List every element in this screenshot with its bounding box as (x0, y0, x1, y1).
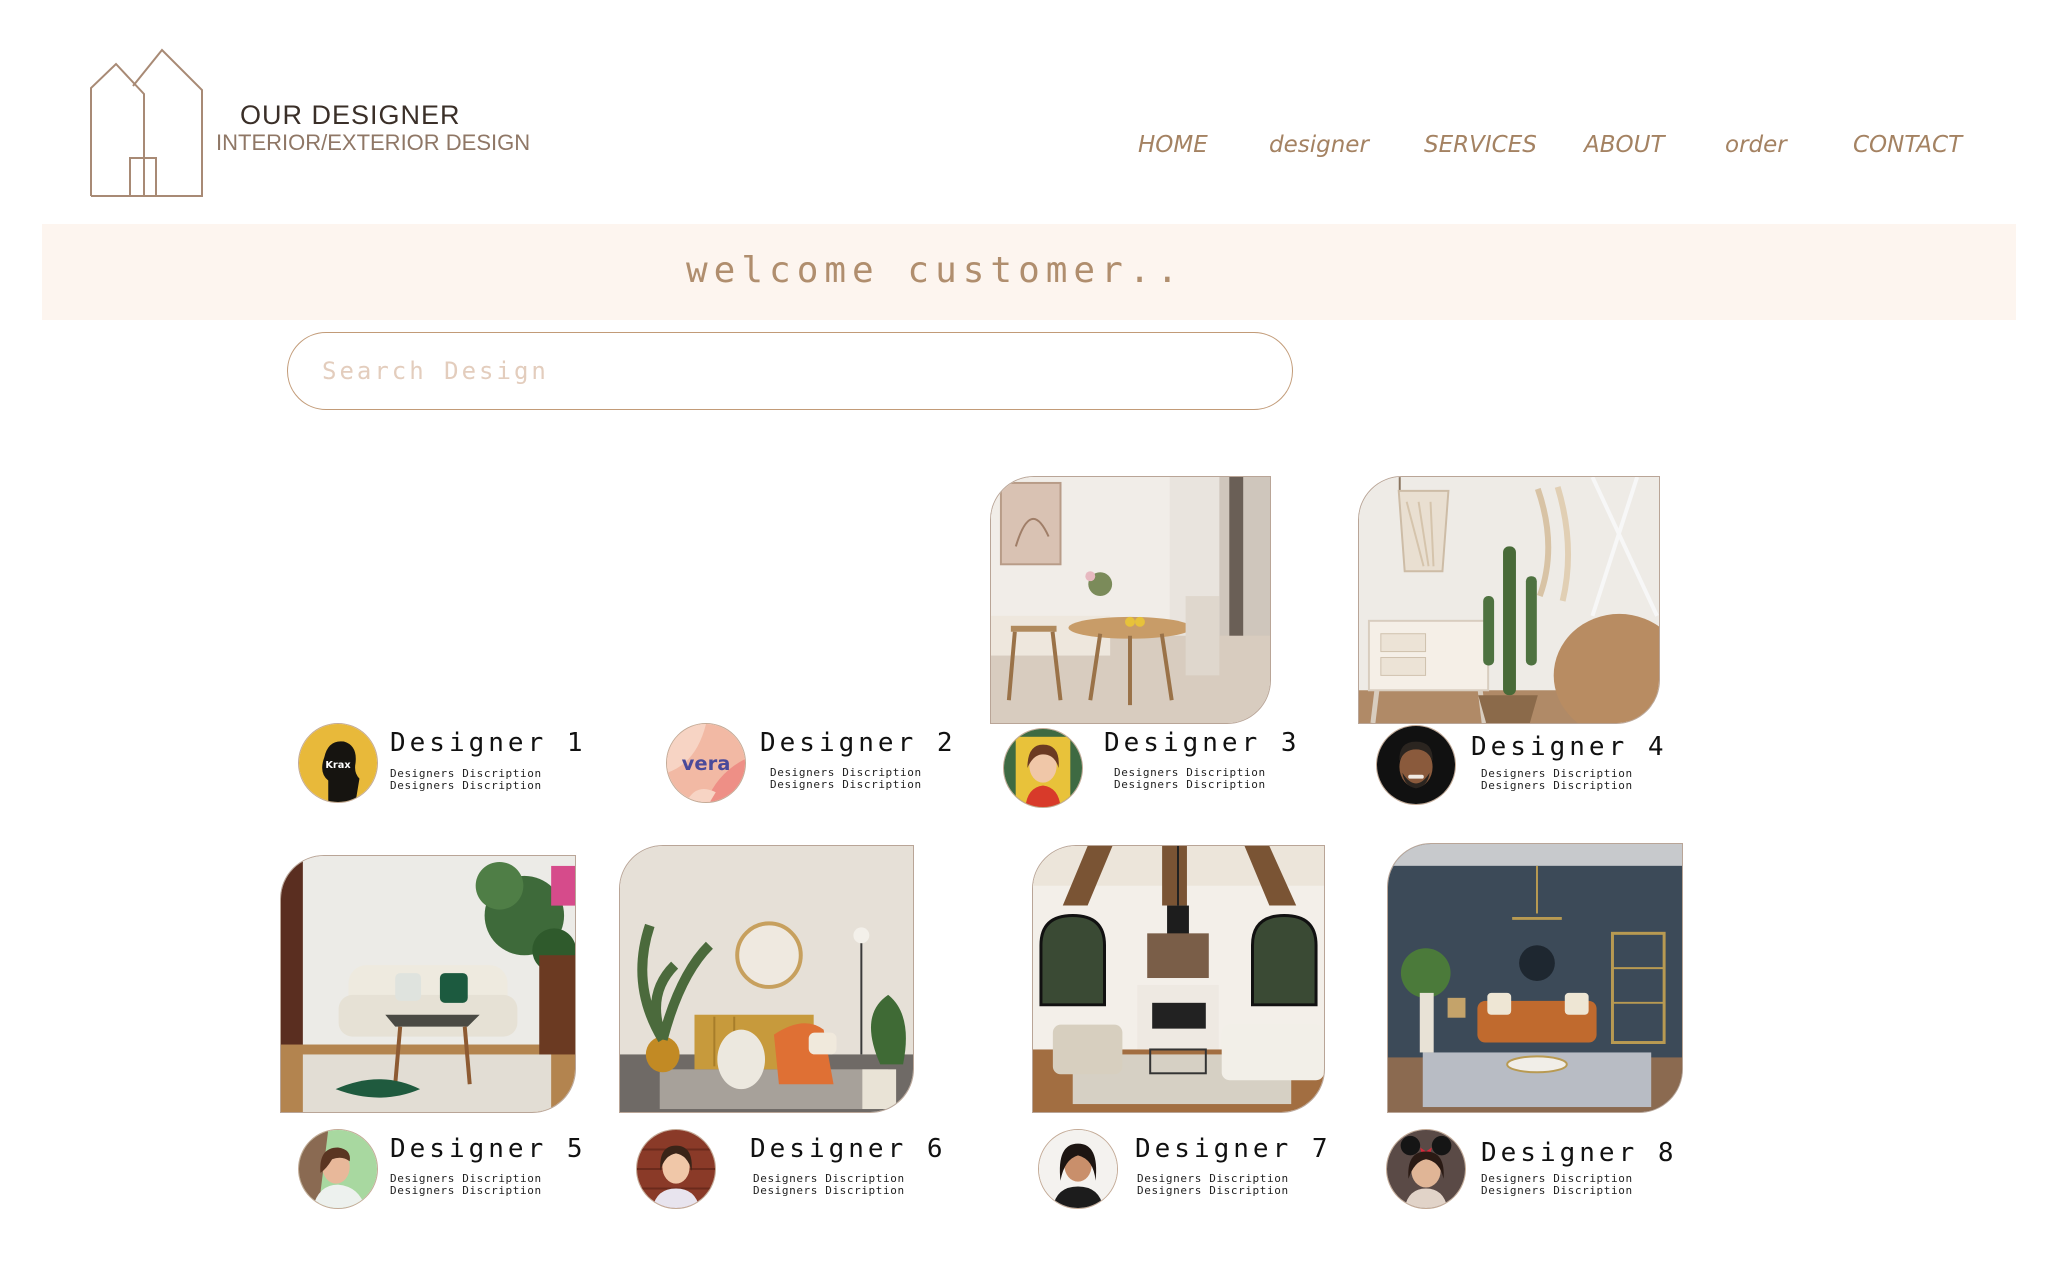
designer-name[interactable]: Designer 5 (390, 1134, 587, 1164)
designer-name[interactable]: Designer 6 (750, 1134, 947, 1164)
nav-designer[interactable]: designer (1269, 132, 1369, 158)
avatar[interactable] (1003, 728, 1083, 808)
designer-description: Designers Discription (1137, 1184, 1289, 1197)
designer-description: Designers Discription (1481, 779, 1633, 792)
welcome-text: welcome customer.. (686, 250, 1185, 291)
avatar-logo-text: vera (682, 752, 731, 775)
designer-description: Designers Discription (770, 778, 922, 791)
nav-contact[interactable]: CONTACT (1853, 132, 1962, 158)
designer-name[interactable]: Designer 4 (1471, 732, 1668, 762)
house-outline-icon[interactable] (88, 48, 208, 200)
designer-name[interactable]: Designer 7 (1135, 1134, 1332, 1164)
design-image[interactable] (1358, 476, 1660, 724)
design-image[interactable] (280, 855, 576, 1113)
avatar[interactable] (1038, 1129, 1118, 1209)
avatar-logo-text: Krax (325, 760, 351, 771)
designer-description: Designers Discription (390, 1184, 542, 1197)
avatar[interactable]: vera (666, 723, 746, 803)
nav-about[interactable]: ABOUT (1584, 132, 1665, 158)
designer-description: Designers Discription (1481, 1184, 1633, 1197)
avatar[interactable] (636, 1129, 716, 1209)
designer-name[interactable]: Designer 3 (1104, 728, 1301, 758)
design-image[interactable] (1032, 845, 1325, 1113)
brand-subtitle: INTERIOR/EXTERIOR DESIGN (216, 130, 531, 155)
avatar[interactable] (1386, 1129, 1466, 1209)
avatar[interactable] (298, 1129, 378, 1209)
designer-description: Designers Discription (753, 1184, 905, 1197)
nav-order[interactable]: order (1725, 132, 1787, 158)
avatar[interactable] (1376, 725, 1456, 805)
nav-services[interactable]: SERVICES (1424, 132, 1537, 158)
brand-title: OUR DESIGNER (240, 100, 461, 130)
designer-name[interactable]: Designer 1 (390, 728, 587, 758)
designer-description: Designers Discription (1114, 778, 1266, 791)
designer-name[interactable]: Designer 8 (1481, 1138, 1678, 1168)
designer-description: Designers Discription (390, 779, 542, 792)
design-image[interactable] (619, 845, 914, 1113)
design-image[interactable] (1387, 843, 1683, 1113)
search-input[interactable] (287, 332, 1293, 410)
nav-home[interactable]: HOME (1138, 132, 1208, 158)
avatar[interactable]: Krax (298, 723, 378, 803)
design-image[interactable] (990, 476, 1271, 724)
page: OUR DESIGNER INTERIOR/EXTERIOR DESIGN HO… (0, 0, 2056, 1283)
designer-name[interactable]: Designer 2 (760, 728, 957, 758)
